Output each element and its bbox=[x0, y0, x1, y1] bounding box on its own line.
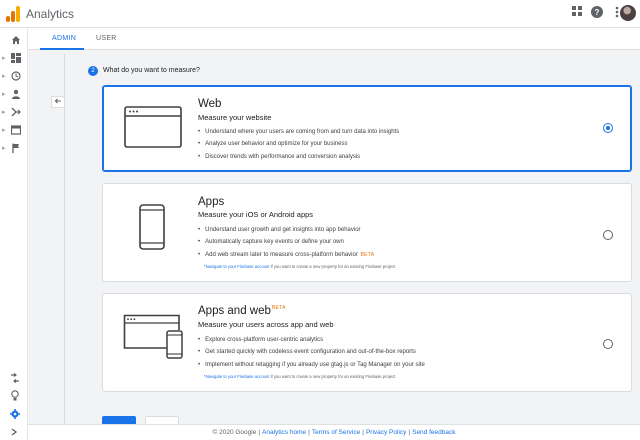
audience-icon bbox=[12, 89, 20, 99]
radio-apps[interactable] bbox=[603, 230, 613, 240]
expand-caret-icon: ▸ bbox=[2, 55, 6, 62]
conversions-icon bbox=[12, 143, 19, 153]
option-bullets: Understand user growth and get insights … bbox=[198, 224, 374, 261]
list-item: Add web stream later to measure cross-pl… bbox=[198, 249, 374, 261]
expand-caret-icon: ▸ bbox=[2, 73, 6, 80]
behavior-icon bbox=[11, 125, 21, 135]
continue-button[interactable] bbox=[102, 416, 136, 424]
radio-web[interactable] bbox=[603, 123, 613, 133]
left-nav-rail: ▸ ▸ ▸ ▸ ▸ ▸ bbox=[0, 28, 28, 440]
nav-attribution[interactable] bbox=[0, 370, 28, 386]
page-footer: © 2020 Google | Analytics home | Terms of Se… bbox=[28, 424, 640, 440]
terms-link[interactable]: Terms of Service bbox=[312, 429, 360, 436]
option-title: Web bbox=[198, 98, 222, 110]
copyright-text: © 2020 Google bbox=[212, 429, 257, 436]
option-card-apps-and-web[interactable]: Apps and webBETA Measure your users acro… bbox=[102, 293, 632, 392]
svg-text:?: ? bbox=[595, 8, 600, 17]
option-card-apps[interactable]: Apps Measure your iOS or Android apps Un… bbox=[102, 183, 632, 282]
tab-user[interactable]: USER bbox=[96, 35, 117, 42]
discover-icon bbox=[11, 390, 19, 401]
web-browser-icon bbox=[124, 106, 182, 148]
nav-customization[interactable]: ▸ bbox=[0, 50, 28, 68]
beta-badge: BETA bbox=[271, 305, 286, 311]
admin-icon bbox=[10, 409, 20, 419]
nav-admin[interactable] bbox=[0, 406, 28, 422]
nav-home[interactable] bbox=[0, 32, 28, 50]
attribution-icon bbox=[11, 373, 19, 383]
list-item: Analyze user behavior and optimize for y… bbox=[198, 138, 399, 150]
home-icon bbox=[12, 36, 20, 44]
customization-icon bbox=[11, 53, 21, 63]
list-item: Understand user growth and get insights … bbox=[198, 224, 374, 236]
back-button[interactable] bbox=[51, 96, 65, 108]
firebase-note: *Navigate to your Firebase account if yo… bbox=[204, 264, 396, 269]
option-card-web[interactable]: Web Measure your website Understand wher… bbox=[102, 85, 632, 172]
top-app-bar: Analytics ? bbox=[0, 0, 640, 28]
expand-caret-icon: ▸ bbox=[2, 91, 6, 98]
stepper-line bbox=[64, 54, 65, 424]
nav-acquisition[interactable]: ▸ bbox=[0, 104, 28, 122]
help-icon[interactable]: ? bbox=[590, 6, 604, 20]
nav-conversions[interactable]: ▸ bbox=[0, 140, 28, 158]
realtime-icon bbox=[11, 71, 21, 81]
option-subtitle: Measure your website bbox=[198, 113, 272, 122]
app-and-web-icon bbox=[123, 314, 183, 359]
firebase-note: *Navigate to your Firebase account if yo… bbox=[204, 374, 396, 379]
option-bullets: Explore cross-platform user-centric anal… bbox=[198, 334, 425, 371]
tab-admin[interactable]: ADMIN bbox=[52, 35, 76, 42]
option-subtitle: Measure your users across app and web bbox=[198, 320, 334, 329]
send-feedback-link[interactable]: Send feedback bbox=[412, 429, 455, 436]
list-item: Understand where your users are coming f… bbox=[198, 126, 399, 138]
app-title: Analytics bbox=[26, 7, 75, 21]
nav-audience[interactable]: ▸ bbox=[0, 86, 28, 104]
back-arrow-icon bbox=[54, 98, 61, 104]
firebase-link[interactable]: *Navigate to your Firebase account bbox=[204, 374, 269, 379]
step-number-badge: 2 bbox=[88, 66, 98, 76]
step-title: What do you want to measure? bbox=[103, 67, 200, 74]
nav-behavior[interactable]: ▸ bbox=[0, 122, 28, 140]
list-item: Implement without retagging if you alrea… bbox=[198, 359, 425, 371]
expand-caret-icon: ▸ bbox=[2, 127, 6, 134]
nav-realtime[interactable]: ▸ bbox=[0, 68, 28, 86]
option-bullets: Understand where your users are coming f… bbox=[198, 126, 399, 163]
acquisition-icon bbox=[11, 107, 21, 117]
list-item: Explore cross-platform user-centric anal… bbox=[198, 334, 425, 346]
apps-grid-icon[interactable] bbox=[570, 6, 584, 20]
firebase-link[interactable]: *Navigate to your Firebase account bbox=[204, 264, 269, 269]
analytics-home-link[interactable]: Analytics home bbox=[262, 429, 306, 436]
admin-tabs: ADMIN USER bbox=[28, 28, 640, 50]
cancel-button[interactable] bbox=[145, 416, 179, 424]
radio-apps-and-web[interactable] bbox=[603, 339, 613, 349]
list-item: Discover trends with performance and con… bbox=[198, 151, 399, 163]
account-avatar[interactable] bbox=[620, 5, 636, 21]
option-title: Apps and webBETA bbox=[198, 305, 286, 317]
property-setup-panel: 2 What do you want to measure? Web Measu… bbox=[28, 50, 640, 424]
option-title: Apps bbox=[198, 196, 225, 208]
expand-caret-icon: ▸ bbox=[2, 145, 6, 152]
nav-expand[interactable] bbox=[0, 424, 28, 440]
beta-badge: BETA bbox=[360, 251, 375, 258]
option-subtitle: Measure your iOS or Android apps bbox=[198, 210, 314, 219]
list-item: Automatically capture key events or defi… bbox=[198, 236, 374, 248]
list-item: Get started quickly with codeless event … bbox=[198, 346, 425, 358]
expand-caret-icon: ▸ bbox=[2, 109, 6, 116]
expand-icon bbox=[11, 428, 18, 436]
analytics-logo[interactable] bbox=[6, 6, 20, 22]
privacy-link[interactable]: Privacy Policy bbox=[366, 429, 406, 436]
nav-discover[interactable] bbox=[0, 388, 28, 404]
smartphone-icon bbox=[139, 204, 165, 250]
